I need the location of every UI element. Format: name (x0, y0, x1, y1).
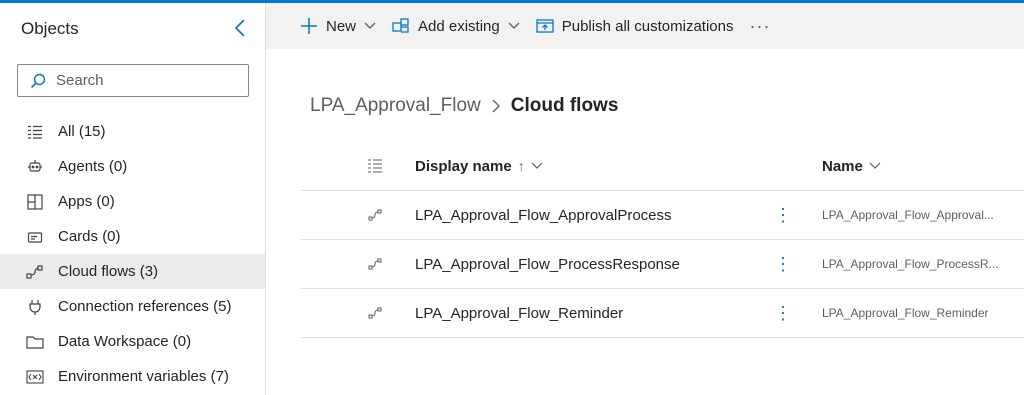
card-icon (26, 228, 44, 246)
search-box[interactable] (17, 64, 249, 97)
table-row[interactable]: LPA_Approval_Flow_Reminder ⋮ LPA_Approva… (301, 289, 1024, 338)
sidebar-item-count: (15) (78, 123, 106, 140)
chevron-left-icon (234, 19, 245, 37)
apps-icon (26, 193, 44, 211)
sidebar-item-label: Agents (58, 158, 105, 175)
list-icon (26, 123, 44, 141)
more-commands-button[interactable]: ··· (749, 16, 770, 37)
sidebar-item-count: (5) (213, 298, 232, 315)
publish-icon (536, 19, 554, 33)
sidebar-item-label: Connection references (58, 298, 209, 315)
breadcrumb-parent[interactable]: LPA_Approval_Flow (310, 95, 481, 117)
object-type-list: All (15) Agents (0) Apps (0) Cards (0) C… (0, 114, 265, 394)
objects-sidebar: Objects All (15) Agents (0) (0, 3, 266, 395)
sidebar-item-label: All (58, 123, 75, 140)
agent-icon (26, 158, 44, 176)
sidebar-item-label: Data Workspace (58, 333, 169, 350)
display-name-header-label: Display name (415, 157, 512, 175)
flow-icon (26, 263, 44, 281)
flow-display-name[interactable]: LPA_Approval_Flow_ApprovalProcess (415, 207, 672, 224)
sidebar-item-connection-references[interactable]: Connection references (5) (0, 289, 265, 324)
new-button-label: New (326, 17, 357, 35)
sidebar-item-all[interactable]: All (15) (0, 114, 265, 149)
page-title: Cloud flows (510, 95, 619, 116)
chevron-down-icon (531, 162, 543, 169)
collapse-sidebar-button[interactable] (233, 17, 247, 39)
sidebar-title: Objects (21, 19, 79, 38)
command-bar: New Add existing Publish all customizati… (266, 3, 1024, 49)
flow-name: LPA_Approval_Flow_Approval... (822, 208, 994, 222)
plus-icon (301, 18, 317, 34)
sidebar-item-environment-variables[interactable]: Environment variables (7) (0, 359, 265, 394)
flow-name: LPA_Approval_Flow_ProcessR... (822, 257, 999, 271)
new-button[interactable]: New (300, 17, 376, 35)
table-row[interactable]: LPA_Approval_Flow_ProcessResponse ⋮ LPA_… (301, 240, 1024, 289)
variable-icon (26, 368, 44, 386)
name-column-header[interactable]: Name (822, 158, 881, 175)
sidebar-item-count: (7) (210, 368, 229, 385)
sidebar-item-agents[interactable]: Agents (0) (0, 149, 265, 184)
publish-label: Publish all customizations (561, 17, 734, 35)
flow-icon (365, 258, 385, 270)
flow-name: LPA_Approval_Flow_Reminder (822, 306, 989, 320)
search-input[interactable] (54, 71, 238, 90)
add-existing-label: Add existing (418, 17, 500, 35)
folder-icon (26, 333, 44, 351)
chevron-down-icon (364, 22, 376, 29)
sidebar-item-apps[interactable]: Apps (0) (0, 184, 265, 219)
name-header-label: Name (822, 157, 863, 175)
sidebar-item-count: (0) (108, 158, 128, 175)
row-more-options-icon[interactable]: ⋮ (774, 205, 792, 226)
search-icon (30, 73, 46, 88)
display-name-column-header[interactable]: Display name ↑ (415, 158, 543, 175)
flow-display-name[interactable]: LPA_Approval_Flow_Reminder (415, 305, 623, 322)
table-header: Display name ↑ Name (301, 142, 1024, 191)
row-more-options-icon[interactable]: ⋮ (774, 303, 792, 324)
flow-icon (365, 307, 385, 319)
row-more-options-icon[interactable]: ⋮ (774, 254, 792, 275)
sidebar-item-count: (0) (102, 228, 121, 245)
table-row[interactable]: LPA_Approval_Flow_ApprovalProcess ⋮ LPA_… (301, 191, 1024, 240)
breadcrumb: LPA_Approval_Flow Cloud flows (310, 95, 618, 117)
flow-icon (365, 209, 385, 221)
sidebar-item-label: Environment variables (58, 368, 207, 385)
add-existing-icon (392, 18, 409, 33)
sidebar-item-count: (3) (139, 263, 159, 280)
sidebar-item-label: Cloud flows (58, 263, 136, 280)
chevron-down-icon (508, 22, 520, 29)
sidebar-item-data-workspace[interactable]: Data Workspace (0) (0, 324, 265, 359)
sidebar-item-count: (0) (172, 333, 192, 350)
sidebar-item-count: (0) (96, 193, 115, 210)
chevron-right-icon (492, 99, 500, 113)
sidebar-item-cards[interactable]: Cards (0) (0, 219, 265, 254)
sidebar-item-label: Apps (58, 193, 93, 210)
cloud-flows-table: Display name ↑ Name LPA_Approval_Flow_Ap… (301, 142, 1024, 338)
sidebar-item-cloud-flows[interactable]: Cloud flows (3) (0, 254, 265, 289)
flow-display-name[interactable]: LPA_Approval_Flow_ProcessResponse (415, 256, 680, 273)
publish-all-button[interactable]: Publish all customizations (536, 17, 734, 35)
plug-icon (26, 298, 44, 316)
chevron-down-icon (869, 162, 881, 169)
add-existing-button[interactable]: Add existing (392, 17, 520, 35)
sort-ascending-icon: ↑ (517, 158, 525, 174)
sidebar-item-label: Cards (58, 228, 99, 245)
column-options-icon[interactable] (365, 158, 385, 174)
